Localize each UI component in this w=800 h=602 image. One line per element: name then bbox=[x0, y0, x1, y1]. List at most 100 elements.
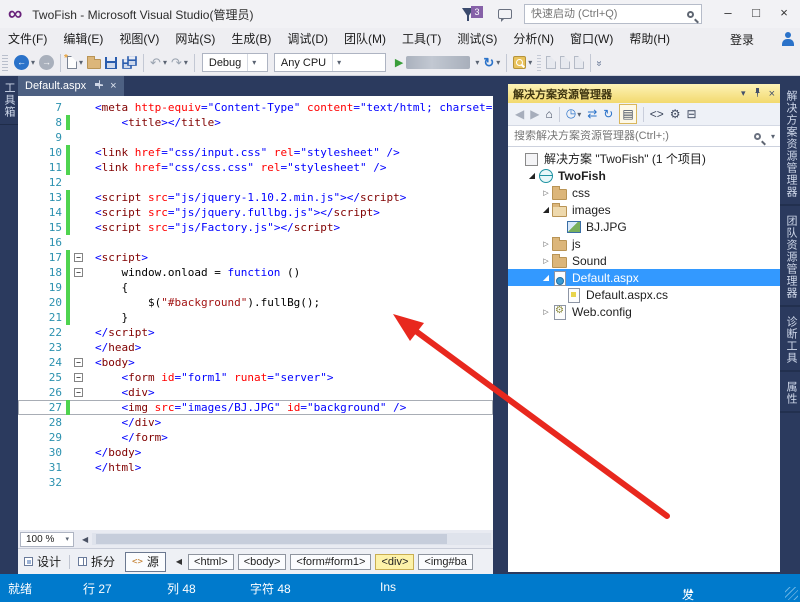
fold-toggle-icon[interactable]: − bbox=[74, 268, 83, 277]
menu-file[interactable]: 文件(F) bbox=[0, 28, 55, 50]
notifications-flag-icon[interactable]: 3 bbox=[462, 6, 484, 22]
code-line-9[interactable]: 9 bbox=[18, 130, 493, 145]
code-line-29[interactable]: 29 </form> bbox=[18, 430, 493, 445]
right-tab-diagnostic-tools[interactable]: 诊断工具 bbox=[780, 310, 800, 372]
expand-arrow-icon[interactable]: ▷ bbox=[540, 189, 552, 197]
code-line-12[interactable]: 12 bbox=[18, 175, 493, 190]
pin-icon[interactable] bbox=[94, 80, 103, 92]
tree-item-project-twofish[interactable]: ◢TwoFish bbox=[508, 167, 780, 184]
breadcrumb-html[interactable]: <html> bbox=[188, 554, 234, 570]
code-line-19[interactable]: 19 { bbox=[18, 280, 493, 295]
menu-website[interactable]: 网站(S) bbox=[167, 28, 223, 50]
code-line-10[interactable]: 10<link href="css/input.css" rel="styles… bbox=[18, 145, 493, 160]
expand-arrow-icon[interactable]: ▷ bbox=[540, 308, 552, 316]
show-all-files-icon[interactable]: ▤ bbox=[619, 104, 636, 124]
code-line-26[interactable]: 26− <div> bbox=[18, 385, 493, 400]
breadcrumb-body[interactable]: <body> bbox=[238, 554, 287, 570]
navigate-forward-button[interactable]: → bbox=[39, 53, 54, 73]
breadcrumb-img[interactable]: <img#ba bbox=[418, 554, 473, 570]
fold-toggle-icon[interactable]: − bbox=[74, 388, 83, 397]
code-line-18[interactable]: 18− window.onload = function () bbox=[18, 265, 493, 280]
code-line-15[interactable]: 15<script src="js/Factory.js"></script> bbox=[18, 220, 493, 235]
toolbar-grip[interactable] bbox=[2, 55, 8, 71]
close-icon[interactable]: × bbox=[769, 88, 775, 100]
menu-edit[interactable]: 编辑(E) bbox=[55, 28, 111, 50]
maximize-button[interactable]: □ bbox=[742, 3, 770, 25]
tree-item-folder-css[interactable]: ▷css bbox=[508, 184, 780, 201]
solution-platform-dropdown[interactable]: Any CPU▾ bbox=[274, 53, 386, 72]
fold-toggle-icon[interactable]: − bbox=[74, 358, 83, 367]
toolbar-overflow-button[interactable]: » bbox=[597, 53, 601, 73]
right-tab-solution-explorer[interactable]: 解决方案资源管理器 bbox=[780, 84, 800, 206]
tree-item-file-bjjpg[interactable]: BJ.JPG bbox=[508, 218, 780, 235]
solution-explorer-header[interactable]: 解决方案资源管理器 ▾ × bbox=[508, 84, 780, 103]
pin-icon[interactable] bbox=[753, 88, 762, 99]
sign-in-link[interactable]: 登录 bbox=[730, 31, 754, 48]
menu-debug[interactable]: 调试(D) bbox=[279, 28, 336, 50]
tree-item-folder-sound[interactable]: ▷Sound bbox=[508, 252, 780, 269]
tree-item-file-default-aspx-cs[interactable]: Default.aspx.cs bbox=[508, 286, 780, 303]
tree-item-solution[interactable]: 解决方案 "TwoFish" (1 个项目) bbox=[508, 150, 780, 167]
hscroll-left-icon[interactable]: ◀ bbox=[82, 535, 88, 544]
undo-button[interactable]: ↶▾ bbox=[150, 53, 167, 73]
account-icon[interactable] bbox=[780, 31, 796, 47]
refresh-button[interactable]: ↻▾ bbox=[483, 53, 500, 73]
breadcrumb-form[interactable]: <form#form1> bbox=[290, 554, 371, 570]
fold-toggle-icon[interactable]: − bbox=[74, 373, 83, 382]
code-line-32[interactable]: 32 bbox=[18, 475, 493, 490]
view-code-icon[interactable]: <> bbox=[650, 105, 664, 123]
pending-changes-icon[interactable]: ◷▾ bbox=[566, 104, 582, 124]
collapse-arrow-icon[interactable]: ◢ bbox=[540, 205, 552, 214]
menu-window[interactable]: 窗口(W) bbox=[562, 28, 621, 50]
find-in-files-button[interactable]: ▾ bbox=[513, 53, 532, 73]
code-line-8[interactable]: 8 <title></title> bbox=[18, 115, 493, 130]
feedback-icon[interactable] bbox=[498, 9, 512, 19]
expand-arrow-icon[interactable]: ▷ bbox=[540, 240, 552, 248]
code-line-28[interactable]: 28 </div> bbox=[18, 415, 493, 430]
breadcrumb-div[interactable]: <div> bbox=[375, 554, 414, 570]
menu-team[interactable]: 团队(M) bbox=[336, 28, 394, 50]
solution-configuration-dropdown[interactable]: Debug▾ bbox=[202, 53, 268, 72]
horizontal-scrollbar[interactable] bbox=[92, 533, 491, 545]
code-line-27[interactable]: 27 <img src="images/BJ.JPG" id="backgrou… bbox=[18, 400, 493, 415]
resize-grip[interactable] bbox=[785, 587, 798, 600]
solution-search-box[interactable]: ▾ bbox=[508, 126, 780, 147]
close-button[interactable]: × bbox=[770, 3, 798, 25]
quick-launch-input[interactable] bbox=[525, 8, 687, 20]
editor-tab-default-aspx[interactable]: Default.aspx × bbox=[18, 76, 124, 96]
open-file-button[interactable] bbox=[87, 53, 101, 73]
save-button[interactable] bbox=[105, 53, 117, 73]
navigate-back-button[interactable]: ←▾ bbox=[14, 53, 35, 73]
collapse-arrow-icon[interactable]: ◢ bbox=[540, 273, 552, 282]
start-debug-button[interactable]: ▶ ▾ bbox=[395, 53, 479, 73]
fold-toggle-icon[interactable]: − bbox=[74, 253, 83, 262]
solution-search-input[interactable] bbox=[508, 130, 754, 142]
tree-item-file-web-config[interactable]: ▷Web.config bbox=[508, 303, 780, 320]
tab-split-view[interactable]: 拆分 bbox=[72, 553, 121, 570]
scrollbar-thumb[interactable] bbox=[96, 534, 447, 544]
sync-active-document-icon[interactable]: ⇄ bbox=[587, 105, 597, 123]
left-tab-toolbox[interactable]: 工具箱 bbox=[0, 76, 18, 125]
tab-source-view[interactable]: <> 源 bbox=[125, 552, 166, 572]
code-line-20[interactable]: 20 $("#background").fullBg(); bbox=[18, 295, 493, 310]
code-line-24[interactable]: 24−<body> bbox=[18, 355, 493, 370]
code-line-30[interactable]: 30</body> bbox=[18, 445, 493, 460]
code-line-11[interactable]: 11<link href="css/css.css" rel="styleshe… bbox=[18, 160, 493, 175]
code-line-22[interactable]: 22</script> bbox=[18, 325, 493, 340]
code-line-25[interactable]: 25− <form id="form1" runat="server"> bbox=[18, 370, 493, 385]
tab-close-icon[interactable]: × bbox=[110, 80, 116, 92]
minimize-button[interactable]: – bbox=[714, 3, 742, 25]
back-icon[interactable]: ◀ bbox=[515, 105, 524, 123]
right-tab-team-explorer[interactable]: 团队资源管理器 bbox=[780, 209, 800, 307]
code-line-17[interactable]: 17−<script> bbox=[18, 250, 493, 265]
code-line-14[interactable]: 14<script src="js/jquery.fullbg.js"></sc… bbox=[18, 205, 493, 220]
menu-analyze[interactable]: 分析(N) bbox=[505, 28, 562, 50]
menu-test[interactable]: 测试(S) bbox=[449, 28, 505, 50]
code-line-7[interactable]: 7<meta http-equiv="Content-Type" content… bbox=[18, 100, 493, 115]
code-line-23[interactable]: 23</head> bbox=[18, 340, 493, 355]
breadcrumb-back-icon[interactable]: ◀ bbox=[176, 557, 182, 566]
collapse-arrow-icon[interactable]: ◢ bbox=[526, 171, 538, 180]
forward-icon[interactable]: ▶ bbox=[530, 105, 539, 123]
tree-item-file-default-aspx[interactable]: ◢Default.aspx bbox=[508, 269, 780, 286]
save-all-button[interactable] bbox=[121, 53, 137, 73]
